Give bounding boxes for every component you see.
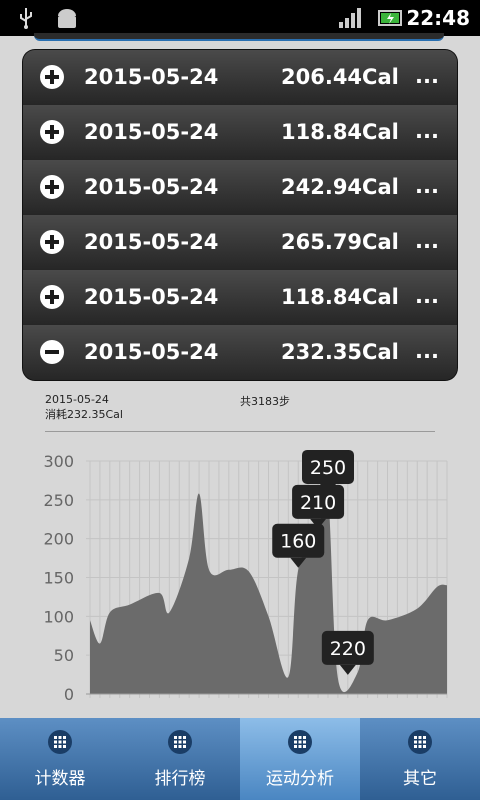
android-icon — [54, 8, 80, 30]
tab-label: 排行榜 — [120, 764, 240, 789]
more-button[interactable]: ... — [415, 64, 439, 88]
tab-label: 计数器 — [0, 764, 120, 789]
more-button[interactable]: ... — [415, 229, 439, 253]
grid-icon — [168, 730, 192, 754]
clock: 22:48 — [406, 6, 470, 30]
record-date: 2015-05-24 — [84, 120, 218, 144]
record-calories: 206.44Cal — [281, 65, 399, 89]
previous-panel-edge — [34, 33, 444, 41]
tab-exercise-analysis[interactable]: 运动分析 — [240, 718, 361, 800]
detail-date: 2015-05-24 — [45, 393, 109, 406]
record-calories: 242.94Cal — [281, 175, 399, 199]
status-bar: 22:48 — [0, 0, 480, 36]
detail-steps: 共3183步 — [240, 393, 290, 409]
tab-leaderboard[interactable]: 排行榜 — [120, 718, 241, 800]
record-calories: 232.35Cal — [281, 340, 399, 364]
expand-icon[interactable] — [40, 65, 64, 89]
grid-icon — [408, 730, 432, 754]
detail-consumed: 消耗232.35Cal — [45, 406, 123, 422]
record-date: 2015-05-24 — [84, 285, 218, 309]
y-tick-label: 200 — [43, 530, 74, 549]
battery-charging-icon — [378, 9, 404, 27]
tooltip-label: 250 — [310, 457, 346, 479]
tab-label: 运动分析 — [240, 764, 360, 789]
record-calories: 118.84Cal — [281, 120, 399, 144]
expand-icon[interactable] — [40, 285, 64, 309]
y-tick-label: 150 — [43, 569, 74, 588]
more-button[interactable]: ... — [415, 284, 439, 308]
record-row[interactable]: 2015-05-24 206.44Cal ... — [23, 50, 457, 106]
record-row[interactable]: 2015-05-24 242.94Cal ... — [23, 160, 457, 216]
collapse-icon[interactable] — [40, 340, 64, 364]
tab-counter[interactable]: 计数器 — [0, 718, 121, 800]
expand-icon[interactable] — [40, 175, 64, 199]
divider — [45, 431, 435, 432]
more-button[interactable]: ... — [415, 119, 439, 143]
tooltip-label: 160 — [280, 531, 316, 553]
record-row[interactable]: 2015-05-24 265.79Cal ... — [23, 215, 457, 271]
record-calories: 265.79Cal — [281, 230, 399, 254]
record-row-expanded[interactable]: 2015-05-24 232.35Cal ... — [23, 325, 457, 380]
record-date: 2015-05-24 — [84, 175, 218, 199]
expand-icon[interactable] — [40, 230, 64, 254]
expand-icon[interactable] — [40, 120, 64, 144]
record-row[interactable]: 2015-05-24 118.84Cal ... — [23, 270, 457, 326]
record-date: 2015-05-24 — [84, 230, 218, 254]
record-date: 2015-05-24 — [84, 340, 218, 364]
record-row[interactable]: 2015-05-24 118.84Cal ... — [23, 105, 457, 161]
tab-label: 其它 — [360, 764, 480, 789]
y-tick-label: 100 — [43, 607, 74, 626]
more-button[interactable]: ... — [415, 339, 439, 363]
grid-icon — [288, 730, 312, 754]
signal-icon — [338, 8, 364, 28]
bottom-tab-bar: 计数器 排行榜 运动分析 其它 — [0, 718, 480, 800]
tooltip-pointer — [340, 665, 356, 675]
y-tick-label: 0 — [64, 685, 74, 704]
grid-icon — [48, 730, 72, 754]
record-calories: 118.84Cal — [281, 285, 399, 309]
tooltip-label: 210 — [300, 492, 336, 514]
record-date: 2015-05-24 — [84, 65, 218, 89]
y-tick-label: 250 — [43, 491, 74, 510]
tab-other[interactable]: 其它 — [360, 718, 480, 800]
y-tick-label: 300 — [43, 452, 74, 471]
calorie-record-list: 2015-05-24 206.44Cal ... 2015-05-24 118.… — [23, 50, 457, 380]
usb-icon — [16, 7, 36, 29]
more-button[interactable]: ... — [415, 174, 439, 198]
y-tick-label: 50 — [54, 646, 74, 665]
calorie-area-chart: 0 50 100 150 200 250 300 250 210 160 220 — [0, 440, 480, 710]
tooltip-label: 220 — [330, 638, 366, 660]
